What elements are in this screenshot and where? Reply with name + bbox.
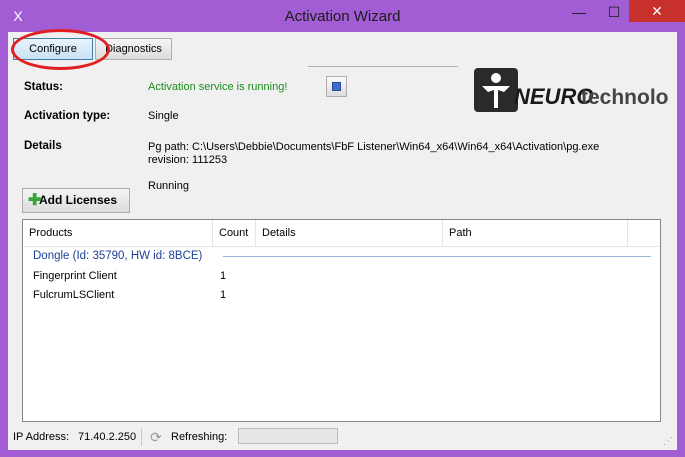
maximize-button[interactable]: ☐: [597, 0, 631, 24]
neurotechnology-logo: NEURO technology: [474, 68, 668, 112]
activation-type-value: Single: [148, 110, 179, 122]
status-value: Activation service is running!: [148, 81, 288, 93]
column-header-count[interactable]: Count: [213, 220, 256, 246]
stop-service-button[interactable]: [326, 76, 347, 97]
list-header: Products Count Details Path: [23, 220, 660, 247]
dongle-group-header[interactable]: Dongle (Id: 35790, HW id: 8BCE): [33, 250, 202, 262]
status-bar: IP Address: 71.40.2.250 ⟳ Refreshing: ⋰: [8, 424, 677, 450]
running-state-text: Running: [148, 180, 189, 192]
plus-icon: ✚: [28, 192, 42, 209]
add-licenses-button[interactable]: ✚ Add Licenses: [22, 188, 130, 213]
table-row-product[interactable]: Fingerprint Client: [33, 270, 117, 282]
refresh-progress-bar: [238, 428, 338, 444]
diagnostics-tab-button[interactable]: Diagnostics: [95, 38, 172, 60]
revision-text: revision: 111253: [148, 154, 228, 166]
configure-tab-button[interactable]: Configure: [13, 38, 93, 60]
logo-technology-text: technology: [581, 86, 668, 109]
details-label: Details: [24, 140, 62, 152]
status-label: Status:: [24, 81, 63, 93]
ip-address-value: 71.40.2.250: [78, 431, 137, 443]
table-row-count: 1: [220, 270, 227, 282]
pg-path-text: Pg path: C:\Users\Debbie\Documents\FbF L…: [148, 141, 600, 153]
licenses-list[interactable]: Products Count Details Path Dongle (Id: …: [22, 219, 661, 422]
close-button[interactable]: ✕: [629, 0, 685, 22]
refresh-icon[interactable]: ⟳: [148, 429, 164, 445]
stop-icon: [332, 82, 341, 91]
refreshing-label: Refreshing:: [171, 431, 228, 443]
table-row-product[interactable]: FulcrumLSClient: [33, 289, 114, 301]
group-divider: [223, 256, 651, 257]
column-header-path[interactable]: Path: [443, 220, 628, 246]
table-row-count: 1: [220, 289, 227, 301]
activation-type-label: Activation type:: [24, 110, 111, 122]
column-header-products[interactable]: Products: [23, 220, 213, 246]
client-area: Configure Diagnostics Status: Activation…: [8, 29, 677, 450]
title-bar: X Activation Wizard — ☐ ✕: [0, 0, 685, 32]
ip-address-label: IP Address:: [13, 431, 70, 443]
column-header-details[interactable]: Details: [256, 220, 443, 246]
statusbar-separator: [141, 428, 142, 446]
header-divider: [308, 66, 458, 67]
minimize-button[interactable]: —: [562, 0, 596, 24]
add-licenses-label: Add Licenses: [39, 193, 118, 207]
resize-grip-icon[interactable]: ⋰: [663, 436, 675, 448]
